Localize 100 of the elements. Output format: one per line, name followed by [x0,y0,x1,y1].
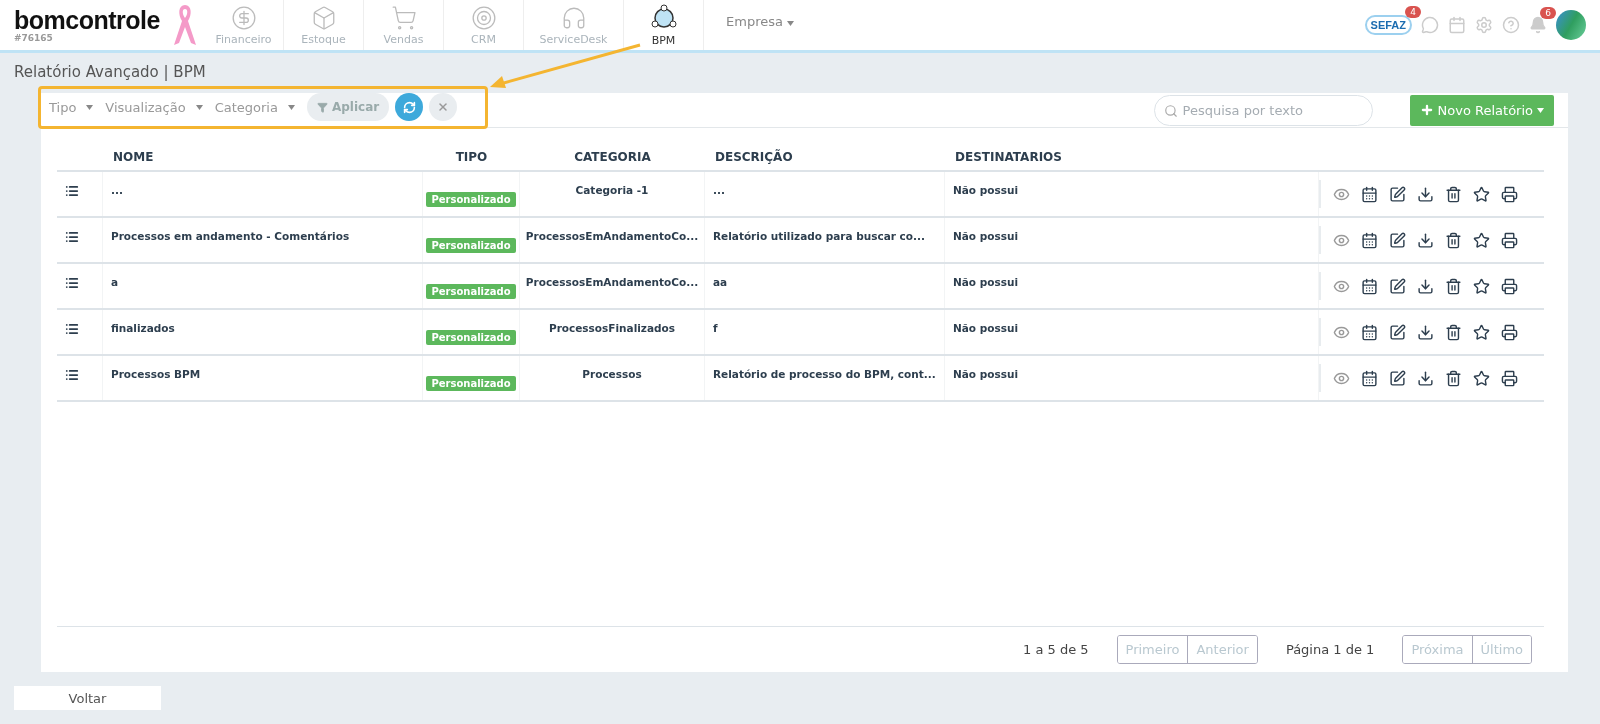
star-icon[interactable] [1473,323,1490,341]
module-tab[interactable]: CRM [444,0,524,50]
table-cell: ProcessosEmAndamentoCo... [525,230,699,242]
table-cell: a [111,276,119,288]
count-badge: 6 [1540,7,1556,19]
avatar[interactable] [1556,10,1586,40]
table-cell: Não possui [953,184,1019,196]
print-icon[interactable] [1501,231,1518,249]
table-cell: Não possui [953,368,1019,380]
refresh-button[interactable] [395,93,424,121]
new-report-button[interactable]: Novo Relatório [1409,94,1554,126]
column-header: CATEGORIA [573,150,652,164]
type-tag: Personalizado [426,238,516,253]
back-button[interactable]: Voltar [14,686,161,710]
module-tab[interactable]: Estoque [284,0,364,50]
module-tab[interactable]: BPM [624,0,704,50]
calendar-icon[interactable] [1361,323,1378,341]
table-cell: aa [713,276,728,288]
module-tab[interactable]: ServiceDesk [524,0,624,50]
apply-button[interactable]: Aplicar [306,93,390,121]
table-cell: ProcessosEmAndamentoCo... [525,276,699,288]
edit-icon[interactable] [1389,231,1406,249]
star-icon[interactable] [1473,277,1490,295]
trash-icon[interactable] [1445,231,1462,249]
edit-icon[interactable] [1389,369,1406,387]
calendar-icon[interactable] [1361,369,1378,387]
company-menu[interactable]: Empresa [726,14,795,50]
filter-dropdown[interactable]: Visualização [105,99,203,115]
list-icon[interactable] [65,276,79,290]
star-icon[interactable] [1473,185,1490,203]
filter-dropdown[interactable]: Tipo [49,99,94,115]
filter-dropdown[interactable]: Categoria [214,99,295,115]
table-cell: finalizados [111,322,175,334]
count-badge: 4 [1405,6,1421,18]
star-icon[interactable] [1473,231,1490,249]
column-header: DESTINATARIOS [954,150,1063,164]
print-icon[interactable] [1501,185,1518,203]
table-cell: Processos BPM [111,368,201,380]
print-icon[interactable] [1501,369,1518,387]
logo[interactable]: bomcontrole [14,7,174,33]
refresh-icon [402,100,416,114]
caret-icon [1537,107,1544,113]
edit-icon[interactable] [1389,185,1406,203]
download-icon[interactable] [1417,323,1434,341]
table-cell: Não possui [953,276,1019,288]
list-icon[interactable] [65,230,79,244]
download-icon[interactable] [1417,277,1434,295]
module-tab[interactable]: Financeiro [204,0,284,50]
download-icon[interactable] [1417,231,1434,249]
plus-icon [1419,103,1434,117]
table-cell: Processos em andamento - Comentários [111,230,350,242]
table-cell: Relatório de processo do BPM, cont... [713,368,936,380]
list-icon[interactable] [65,322,79,336]
table-cell: Não possui [953,230,1019,242]
module-tab[interactable]: Vendas [364,0,444,50]
table-cell: Não possui [953,322,1019,334]
type-tag: Personalizado [426,330,516,345]
type-tag: Personalizado [426,284,516,299]
caret-icon [195,104,203,110]
table-cell: ... [713,184,725,196]
download-icon[interactable] [1417,369,1434,387]
page-indicator: Página 1 de 1 [1285,642,1375,657]
column-header: DESCRIÇÃO [714,150,794,164]
calendar-icon[interactable] [1361,277,1378,295]
edit-icon[interactable] [1389,323,1406,341]
filter-icon [316,101,328,113]
print-icon[interactable] [1501,277,1518,295]
column-header: NOME [112,150,155,164]
record-count: 1 a 5 de 5 [1023,642,1089,657]
calendar-icon[interactable] [1361,231,1378,249]
edit-icon[interactable] [1389,277,1406,295]
caret-icon [86,104,94,110]
table-cell: Categoria -1 [575,184,649,196]
trash-icon[interactable] [1445,369,1462,387]
search-field[interactable]: Pesquisa por texto [1153,94,1373,126]
table-cell: ... [111,184,123,196]
list-icon[interactable] [65,184,79,198]
trash-icon[interactable] [1445,185,1462,203]
table-cell: Relatório utilizado para buscar co... [713,230,925,242]
list-icon[interactable] [65,368,79,382]
print-icon[interactable] [1501,323,1518,341]
star-icon[interactable] [1473,369,1490,387]
table-cell: f [713,322,718,334]
target-icon [470,4,497,31]
ribbon-icon [172,3,198,47]
calendar-icon[interactable] [1361,185,1378,203]
page-title: Relatório Avançado | BPM [14,63,206,81]
cart-icon [390,4,417,31]
close-icon [437,101,450,113]
download-icon[interactable] [1417,185,1434,203]
caret-icon [787,21,795,26]
trash-icon[interactable] [1445,277,1462,295]
account-number: #76165 [14,32,54,43]
table-cell: ProcessosFinalizados [548,322,676,334]
trash-icon[interactable] [1445,323,1462,341]
dollar-coin-icon [230,4,257,31]
type-tag: Personalizado [426,192,516,207]
caret-icon [287,104,295,110]
bell-icon[interactable] [1529,16,1547,34]
column-header: TIPO [454,150,489,164]
